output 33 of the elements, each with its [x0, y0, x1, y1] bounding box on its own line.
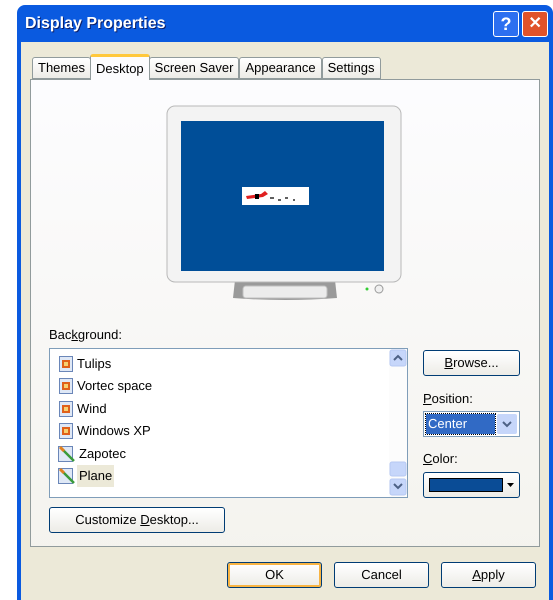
caret-icon — [507, 482, 514, 486]
paintbrush-document-icon — [58, 444, 76, 463]
tab[interactable]: Screen Saver — [148, 57, 240, 79]
background-list-item[interactable]: Wind — [75, 398, 109, 420]
background-list-item[interactable]: Vortec space — [75, 375, 154, 398]
tab[interactable]: Desktop — [90, 54, 150, 80]
position-label: Position: — [423, 390, 474, 408]
vertical-scrollbar[interactable] — [389, 348, 407, 496]
chevron-down-icon — [497, 414, 517, 434]
background-list-item[interactable]: Tulips — [75, 352, 114, 375]
background-label: Background: — [49, 326, 123, 344]
tab[interactable]: Settings — [322, 57, 381, 79]
color-picker-button[interactable] — [423, 472, 520, 498]
document-icon — [58, 423, 74, 440]
document-icon — [58, 356, 74, 372]
help-button[interactable]: ? — [493, 10, 519, 36]
position-dropdown[interactable]: Center — [423, 411, 520, 437]
close-button[interactable]: ✕ — [522, 10, 548, 36]
dialog-button[interactable]: Cancel — [334, 562, 429, 588]
tab[interactable]: Appearance — [239, 57, 322, 79]
color-label: Color: — [423, 450, 459, 468]
tab[interactable]: Themes — [32, 57, 91, 79]
window-title: Display Properties — [25, 14, 166, 34]
background-list-item[interactable]: Zapotec — [77, 442, 128, 465]
dialog-button[interactable]: Apply — [441, 562, 536, 588]
customize-desktop-button[interactable]: Customize Desktop... — [49, 506, 225, 532]
browse-button[interactable]: Browse... — [423, 350, 520, 376]
paintbrush-document-icon — [58, 467, 76, 486]
background-list-item[interactable]: Plane — [77, 465, 114, 488]
document-icon — [58, 378, 74, 394]
background-list-item[interactable]: Windows XP — [75, 420, 153, 442]
dialog-button[interactable]: OK — [227, 562, 322, 588]
document-icon — [58, 400, 74, 417]
